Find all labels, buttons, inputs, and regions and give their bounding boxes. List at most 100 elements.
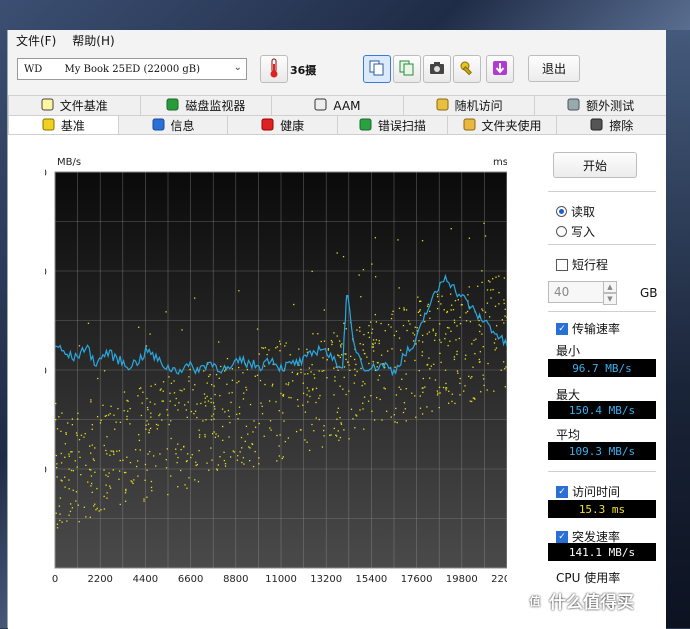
access-time-point xyxy=(368,363,369,364)
access-time-point xyxy=(371,332,372,333)
x-tick-label: 8800 xyxy=(223,574,248,585)
folder-icon xyxy=(463,118,476,134)
access-time-point xyxy=(479,324,480,325)
access-time-point xyxy=(228,436,229,437)
access-time-checkbox[interactable]: ✓ 访问时间 xyxy=(556,483,620,500)
tab-bottom-3[interactable]: 错误扫描 xyxy=(337,115,447,135)
tab-bottom-label: 基准 xyxy=(61,117,85,134)
stepper-up-icon[interactable]: ▲ xyxy=(603,281,617,293)
access-time-point xyxy=(178,402,179,403)
access-time-point xyxy=(187,453,188,454)
access-time-point xyxy=(286,383,287,384)
access-time-point xyxy=(260,403,261,404)
access-time-point xyxy=(381,355,382,356)
access-time-point xyxy=(340,345,341,346)
access-time-point xyxy=(375,237,376,238)
tab-top-2[interactable]: AAM xyxy=(271,95,403,115)
exit-button[interactable]: 退出 xyxy=(528,55,580,82)
access-time-point xyxy=(149,333,150,334)
access-time-point xyxy=(169,424,170,425)
access-time-point xyxy=(445,333,446,334)
access-time-point xyxy=(284,345,285,346)
access-time-point xyxy=(100,420,101,421)
tab-bottom-2[interactable]: 健康 xyxy=(227,115,337,135)
tab-bottom-1[interactable]: 信息 xyxy=(118,115,228,135)
access-time-point xyxy=(422,392,423,393)
access-time-point xyxy=(450,309,451,310)
access-time-point xyxy=(441,296,442,297)
access-time-point xyxy=(105,450,106,451)
access-time-point xyxy=(78,451,79,452)
access-time-point xyxy=(471,376,472,377)
access-time-point xyxy=(487,389,488,390)
download-button[interactable] xyxy=(486,55,514,83)
access-time-point xyxy=(79,345,80,346)
tab-bottom-4[interactable]: 文件夹使用 xyxy=(447,115,557,135)
access-time-point xyxy=(238,381,239,382)
access-time-point xyxy=(266,354,267,355)
access-time-point xyxy=(331,340,332,341)
x-tick-label: 17600 xyxy=(401,574,433,585)
access-time-point xyxy=(395,408,396,409)
tab-bottom-0[interactable]: 基准 xyxy=(8,115,118,135)
menu-help[interactable]: 帮助(H) xyxy=(64,32,122,49)
start-button[interactable]: 开始 xyxy=(553,152,637,178)
access-time-point xyxy=(197,464,198,465)
access-time-point xyxy=(363,334,364,335)
access-time-point xyxy=(414,360,415,361)
stepper-down-icon[interactable]: ▼ xyxy=(603,293,617,305)
access-time-point xyxy=(230,456,231,457)
tab-row-top: 文件基准磁盘监视器AAM随机访问额外测试 xyxy=(8,95,666,115)
access-time-point xyxy=(90,469,91,470)
access-time-point xyxy=(265,347,266,348)
access-time-point xyxy=(481,270,482,271)
copy-text-button[interactable] xyxy=(363,55,391,83)
access-time-point xyxy=(277,346,278,347)
tab-bottom-5[interactable]: 擦除 xyxy=(556,115,666,135)
access-time-point xyxy=(306,442,307,443)
y-right-unit-label: ms xyxy=(493,157,507,168)
short-stroke-stepper[interactable]: ▲ ▼ xyxy=(603,281,617,303)
access-time-point xyxy=(96,488,97,489)
access-time-point xyxy=(279,434,280,435)
menu-file[interactable]: 文件(F) xyxy=(8,32,64,49)
temperature-button[interactable] xyxy=(260,55,288,83)
access-time-point xyxy=(332,341,333,342)
access-time-point xyxy=(231,392,232,393)
access-time-point xyxy=(55,419,56,420)
access-time-readout: 15.3 ms xyxy=(548,500,656,518)
access-time-point xyxy=(316,417,317,418)
access-time-point xyxy=(90,401,91,402)
tab-top-3[interactable]: 随机访问 xyxy=(403,95,535,115)
access-time-point xyxy=(339,417,340,418)
access-time-point xyxy=(418,340,419,341)
screenshot-button[interactable] xyxy=(423,55,451,83)
tab-top-0[interactable]: 文件基准 xyxy=(8,95,140,115)
access-time-point xyxy=(175,449,176,450)
copy-all-button[interactable] xyxy=(393,55,421,83)
read-radio[interactable]: 读取 xyxy=(556,203,595,220)
drive-select[interactable]: WD My Book 25ED (22000 gB) ⌄ xyxy=(17,58,247,80)
transfer-rate-checkbox[interactable]: ✓ 传输速率 xyxy=(556,320,620,337)
tab-top-1[interactable]: 磁盘监视器 xyxy=(140,95,272,115)
access-time-point xyxy=(224,460,225,461)
short-stroke-checkbox[interactable]: 短行程 xyxy=(556,256,608,273)
access-time-point xyxy=(208,376,209,377)
options-button[interactable] xyxy=(453,55,481,83)
short-stroke-input[interactable]: 40 xyxy=(548,281,608,303)
write-radio[interactable]: 写入 xyxy=(556,223,595,240)
access-time-point xyxy=(422,388,423,389)
access-time-point xyxy=(364,383,365,384)
access-time-point xyxy=(150,416,151,417)
access-time-point xyxy=(56,463,57,464)
access-time-point xyxy=(56,467,57,468)
access-time-point xyxy=(337,370,338,371)
access-time-point xyxy=(454,359,455,360)
access-time-point xyxy=(60,431,61,432)
tab-top-4[interactable]: 额外测试 xyxy=(534,95,666,115)
access-time-point xyxy=(495,306,496,307)
access-time-point xyxy=(354,427,355,428)
access-time-point xyxy=(219,378,220,379)
access-time-point xyxy=(208,400,209,401)
access-time-point xyxy=(414,395,415,396)
